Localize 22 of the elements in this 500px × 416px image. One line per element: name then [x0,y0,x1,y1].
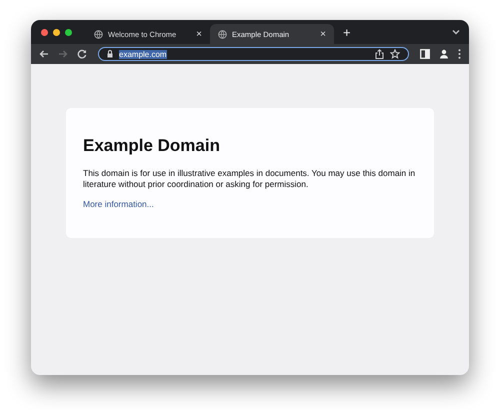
maximize-window-button[interactable] [65,28,72,36]
close-window-button[interactable] [41,28,48,36]
menu-icon[interactable] [458,49,461,59]
side-panel-icon[interactable] [420,49,430,59]
globe-icon [94,30,103,38]
minimize-window-button[interactable] [53,28,60,36]
close-tab-button[interactable]: × [196,28,202,40]
chevron-down-icon[interactable] [452,29,460,35]
more-information-link[interactable]: More information... [83,199,154,209]
profile-icon[interactable] [439,49,449,59]
back-arrow-icon[interactable] [39,49,49,59]
page-heading: Example Domain [83,136,220,156]
globe-icon [218,30,227,38]
address-bar[interactable]: example.com [98,47,409,61]
url-text: example.com [119,50,167,58]
page-paragraph: This domain is for use in illustrative examples in documents. You may use this domain in literature without prior coordination or asking for permission. [83,168,416,190]
reload-icon[interactable] [77,49,87,59]
share-icon[interactable] [375,49,384,59]
star-icon[interactable] [390,49,400,59]
close-tab-button[interactable]: × [320,28,326,40]
lock-icon [107,50,113,58]
new-tab-button[interactable]: + [343,24,351,40]
